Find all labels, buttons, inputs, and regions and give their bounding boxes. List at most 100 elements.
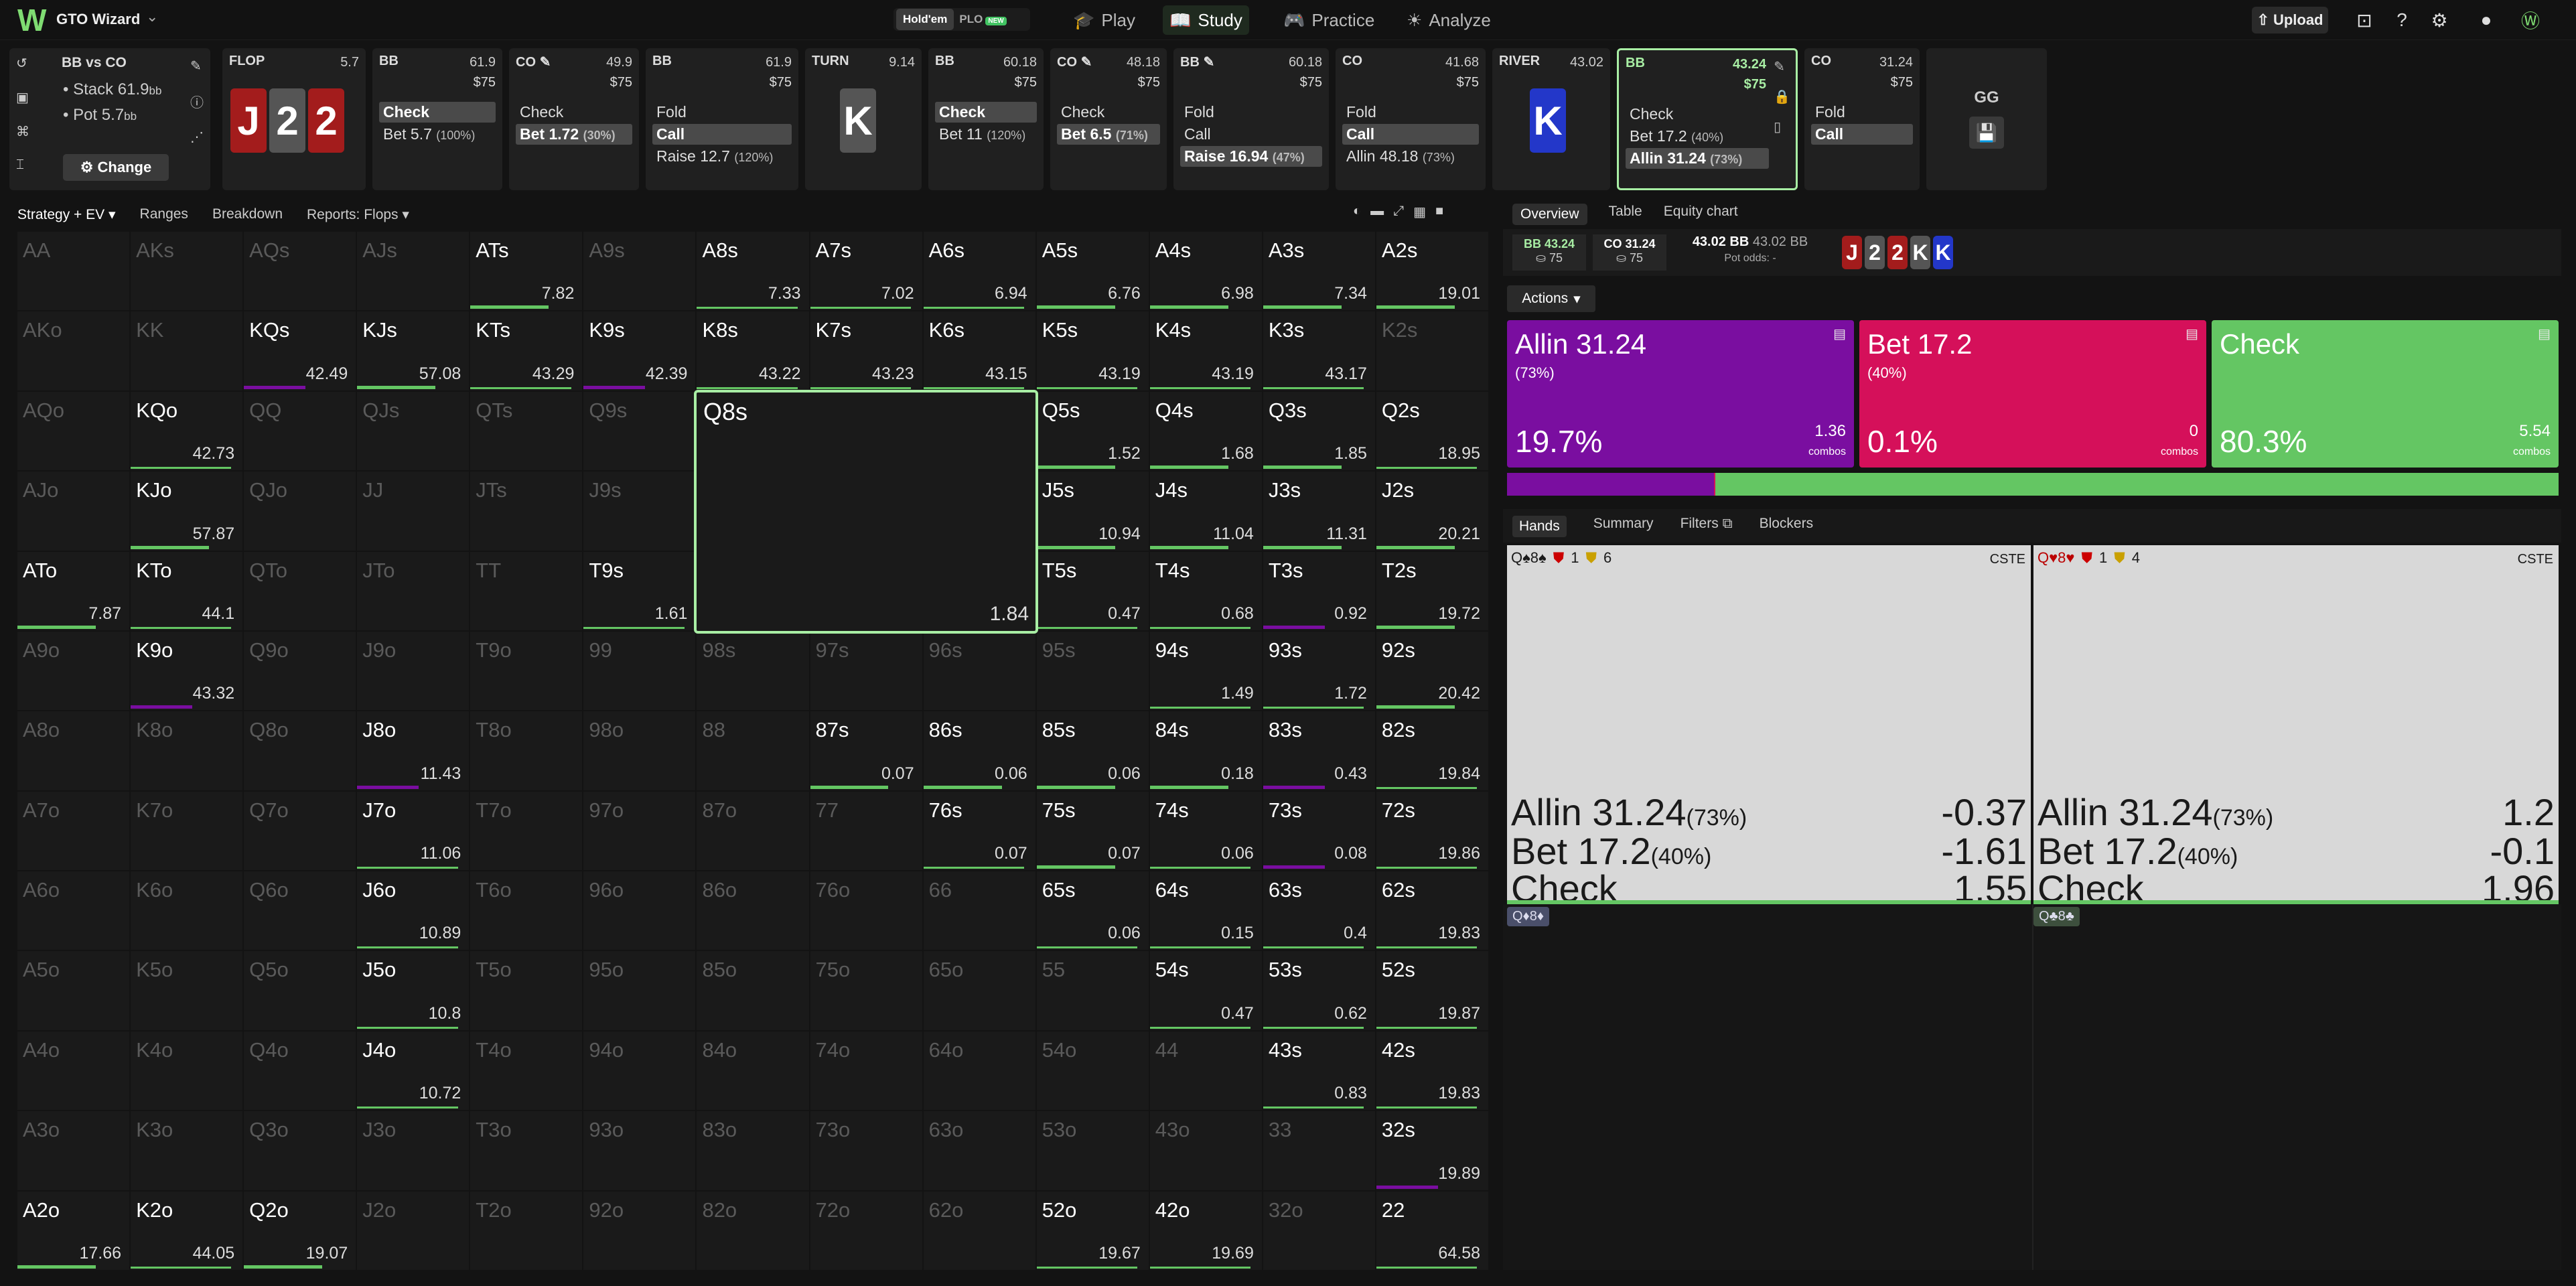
tab-table[interactable]: Table	[1609, 204, 1642, 225]
hand-cell-a6o[interactable]: A6o	[17, 871, 130, 950]
hand-cell-k9o[interactable]: K9o 43.32	[131, 631, 243, 711]
action-card[interactable]: BB 61.9 $75 Check Bet 5.7 (100%)	[372, 48, 502, 190]
street-flop[interactable]: FLOP 5.7 J 2 2	[222, 48, 366, 190]
hand-cell-aqo[interactable]: AQo	[17, 391, 130, 471]
hand-cell-qq[interactable]: QQ	[244, 391, 356, 471]
hand-cell-42s[interactable]: 42s 19.83	[1376, 1031, 1488, 1111]
hand-cell-93s[interactable]: 93s 1.72	[1263, 631, 1375, 711]
pencil-icon[interactable]: ✎	[190, 58, 204, 74]
tab-strategy-ev[interactable]: Strategy + EV ▾	[17, 206, 116, 223]
hand-cell-j3o[interactable]: J3o	[357, 1111, 470, 1190]
details-icon[interactable]: ▤	[2186, 326, 2198, 342]
nav-study[interactable]: 📖 Study	[1163, 5, 1249, 35]
hand-cell-k7o[interactable]: K7o	[131, 791, 243, 871]
action-option[interactable]: Fold	[1180, 102, 1322, 123]
hand-cell-qjo[interactable]: QJo	[244, 472, 356, 551]
hand-cell-64o[interactable]: 64o	[923, 1031, 1035, 1111]
hand-cell-a9s[interactable]: A9s	[583, 232, 696, 311]
action-option[interactable]: Check	[935, 102, 1037, 123]
chevron-down-icon[interactable]: ⌄	[146, 8, 158, 25]
hand-cell-73s[interactable]: 73s 0.08	[1263, 791, 1375, 871]
hand-cell-k3s[interactable]: K3s 43.17	[1263, 311, 1375, 390]
hand-cell-92s[interactable]: 92s 20.42	[1376, 631, 1488, 711]
hand-cell-k9s[interactable]: K9s 42.39	[583, 311, 696, 390]
hand-cell-j9o[interactable]: J9o	[357, 631, 470, 711]
hand-cell-t8o[interactable]: T8o	[470, 711, 583, 790]
selected-hand-cell[interactable]: Q8s 1.84	[694, 390, 1038, 634]
hand-cell-t2s[interactable]: T2s 19.72	[1376, 551, 1488, 630]
hand-cell-53s[interactable]: 53s 0.62	[1263, 951, 1375, 1030]
action-option[interactable]: Allin 31.24 (73%)	[1626, 148, 1769, 169]
hand-cell-t4s[interactable]: T4s 0.68	[1149, 551, 1262, 630]
hand-cell-77[interactable]: 77	[810, 791, 922, 871]
hand-cell-98o[interactable]: 98o	[583, 711, 696, 790]
action-option[interactable]: Check	[1626, 104, 1769, 125]
tab-summary[interactable]: Summary	[1593, 516, 1654, 537]
hand-cell-87o[interactable]: 87o	[697, 791, 809, 871]
hand-cell-99[interactable]: 99	[583, 631, 696, 711]
hand-cell-54o[interactable]: 54o	[1036, 1031, 1149, 1111]
hand-cell-t9s[interactable]: T9s 1.61	[583, 551, 696, 630]
hand-cell-86o[interactable]: 86o	[697, 871, 809, 950]
hand-cell-aqs[interactable]: AQs	[244, 232, 356, 311]
hand-cell-qto[interactable]: QTo	[244, 551, 356, 630]
hand-cell-97s[interactable]: 97s	[810, 631, 922, 711]
action-option[interactable]: Call	[1811, 124, 1913, 145]
upload-button[interactable]: ⇧ Upload	[2252, 7, 2328, 33]
holdem-option[interactable]: Hold'em	[896, 9, 954, 30]
tab-hands[interactable]: Hands	[1512, 516, 1567, 537]
hand-cell-kjs[interactable]: KJs 57.08	[357, 311, 470, 390]
hand-cell-32o[interactable]: 32o	[1263, 1191, 1375, 1270]
hand-cell-q4s[interactable]: Q4s 1.68	[1149, 391, 1262, 471]
share-icon[interactable]: ⋰	[190, 129, 204, 145]
hand-cell-t5s[interactable]: T5s 0.47	[1036, 551, 1149, 630]
action-option[interactable]: Check	[379, 102, 496, 123]
hand-cell-ako[interactable]: AKo	[17, 311, 130, 390]
hand-cell-j4o[interactable]: J4o 10.72	[357, 1031, 470, 1111]
pencil-icon[interactable]: ✎	[1774, 58, 1790, 75]
view-grid-icon[interactable]: ▦	[1413, 204, 1426, 220]
change-button[interactable]: ⚙ Change	[63, 154, 169, 181]
hand-cell-a4o[interactable]: A4o	[17, 1031, 130, 1111]
hand-cell-83o[interactable]: 83o	[697, 1111, 809, 1190]
actions-dropdown[interactable]: Actions ▾	[1507, 285, 1595, 312]
details-icon[interactable]: ▤	[2538, 326, 2551, 342]
hand-cell-a3o[interactable]: A3o	[17, 1111, 130, 1190]
nav-play[interactable]: 🎓 Play	[1066, 5, 1142, 35]
hand-cell-j2s[interactable]: J2s 20.21	[1376, 472, 1488, 551]
hand-cell-q9o[interactable]: Q9o	[244, 631, 356, 711]
action-option[interactable]: Call	[652, 124, 792, 145]
app-name[interactable]: GTO Wizard	[56, 11, 140, 28]
hand-cell-t6o[interactable]: T6o	[470, 871, 583, 950]
hand-cell-93o[interactable]: 93o	[583, 1111, 696, 1190]
hand-cell-k4s[interactable]: K4s 43.19	[1149, 311, 1262, 390]
hand-cell-75o[interactable]: 75o	[810, 951, 922, 1030]
plo-option[interactable]: PLO NEW	[959, 13, 1007, 26]
hand-cell-aks[interactable]: AKs	[131, 232, 243, 311]
hand-cell-76s[interactable]: 76s 0.07	[923, 791, 1035, 871]
reset-icon[interactable]: ↺	[16, 55, 38, 72]
hand-cell-k6o[interactable]: K6o	[131, 871, 243, 950]
hand-cell-jts[interactable]: JTs	[470, 472, 583, 551]
action-option[interactable]: Raise 12.7 (120%)	[652, 146, 792, 167]
view-half-icon[interactable]: ▬	[1370, 204, 1384, 220]
hand-cell-86s[interactable]: 86s 0.06	[923, 711, 1035, 790]
hand-cell-55[interactable]: 55	[1036, 951, 1149, 1030]
hand-cell-42o[interactable]: 42o 19.69	[1149, 1191, 1262, 1270]
hand-cell-98s[interactable]: 98s	[697, 631, 809, 711]
hand-cell-96o[interactable]: 96o	[583, 871, 696, 950]
action-box-check[interactable]: Check 80.3% 5.54 combos ▤	[2212, 320, 2559, 468]
action-card[interactable]: BB 60.18 $75 Check Bet 11 (120%)	[928, 48, 1044, 190]
text-cursor-icon[interactable]: ⌶	[16, 157, 38, 173]
hand-cell-43o[interactable]: 43o	[1149, 1111, 1262, 1190]
hand-cell-q5s[interactable]: Q5s 1.52	[1036, 391, 1149, 471]
hand-cell-62o[interactable]: 62o	[923, 1191, 1035, 1270]
hand-cell-94s[interactable]: 94s 1.49	[1149, 631, 1262, 711]
hand-cell-87s[interactable]: 87s 0.07	[810, 711, 922, 790]
hand-cell-j9s[interactable]: J9s	[583, 472, 696, 551]
hand-cell-j8o[interactable]: J8o 11.43	[357, 711, 470, 790]
action-option[interactable]: Check	[516, 102, 632, 123]
hand-cell-tt[interactable]: TT	[470, 551, 583, 630]
nav-practice[interactable]: 🎮 Practice	[1277, 5, 1381, 35]
hand-cell-j4s[interactable]: J4s 11.04	[1149, 472, 1262, 551]
